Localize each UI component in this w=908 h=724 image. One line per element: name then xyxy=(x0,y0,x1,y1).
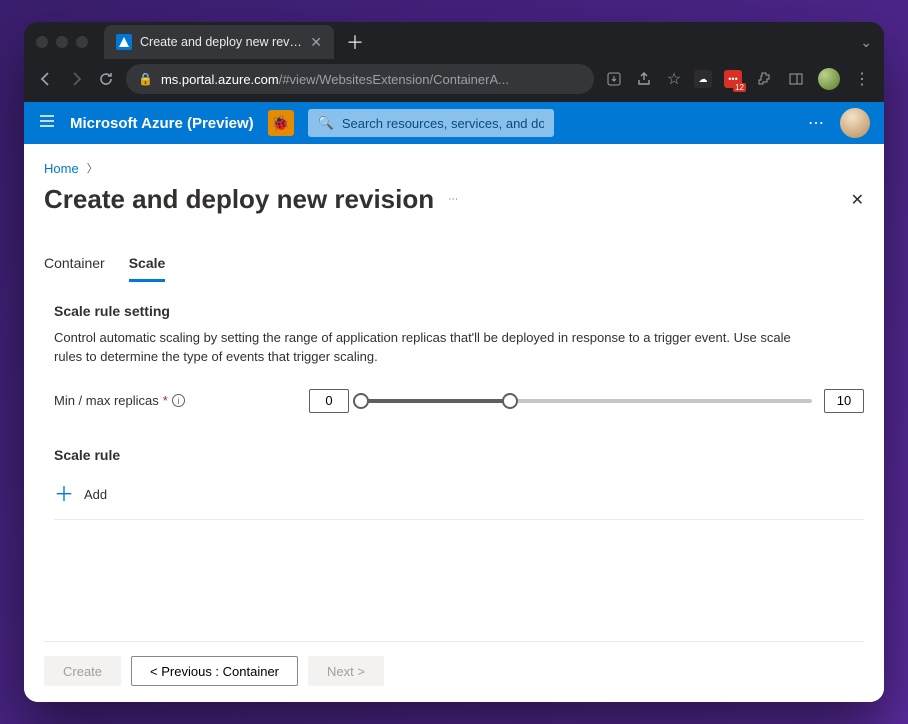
replicas-slider[interactable] xyxy=(361,399,812,403)
add-rule-button[interactable]: ＋ Add xyxy=(54,481,864,520)
browser-window: Create and deploy new revision ✕ ＋ ⌄ 🔒 m… xyxy=(24,22,884,702)
scale-rule-section: Scale rule ＋ Add xyxy=(44,447,864,520)
scale-section-title: Scale rule setting xyxy=(44,303,864,319)
extensions: ☁ ••• 12 ⋮ xyxy=(694,68,872,90)
browser-toolbar: 🔒 ms.portal.azure.com/#view/WebsitesExte… xyxy=(24,62,884,102)
plus-icon: ＋ xyxy=(54,485,74,505)
slider-thumb-min[interactable] xyxy=(353,393,369,409)
reload-icon[interactable] xyxy=(96,69,116,89)
chevron-right-icon: 〉 xyxy=(87,160,98,176)
breadcrumb: Home 〉 xyxy=(44,160,864,176)
footer: Create < Previous : Container Next > xyxy=(44,641,864,686)
new-tab-button[interactable]: ＋ xyxy=(346,29,364,55)
profile-avatar[interactable] xyxy=(818,68,840,90)
max-replicas-input[interactable] xyxy=(824,389,864,413)
search-icon: 🔍 xyxy=(318,115,334,131)
slider-thumb-max[interactable] xyxy=(502,393,518,409)
tabs-menu-icon[interactable]: ⌄ xyxy=(860,34,872,51)
azure-search[interactable]: 🔍 xyxy=(308,109,554,137)
back-icon[interactable] xyxy=(36,69,56,89)
page-body: Home 〉 Create and deploy new revision ⋯ … xyxy=(24,144,884,702)
url-host: ms.portal.azure.com xyxy=(161,72,279,87)
lock-icon: 🔒 xyxy=(138,72,153,86)
url-path: /#view/WebsitesExtension/ContainerA... xyxy=(279,72,509,87)
tab-scale[interactable]: Scale xyxy=(129,255,166,282)
header-more-icon[interactable]: ⋯ xyxy=(808,113,826,133)
window-maximize[interactable] xyxy=(76,36,88,48)
extension-badge: 12 xyxy=(733,83,746,92)
close-blade-icon[interactable]: ✕ xyxy=(851,190,864,210)
titlebar: Create and deploy new revision ✕ ＋ ⌄ xyxy=(24,22,884,62)
page-title-more-icon[interactable]: ⋯ xyxy=(448,194,460,205)
tab-close-icon[interactable]: ✕ xyxy=(310,35,322,49)
extension-cloud-icon[interactable]: ☁ xyxy=(694,70,712,88)
info-icon[interactable]: i xyxy=(172,394,185,407)
azure-favicon xyxy=(116,34,132,50)
azure-search-input[interactable] xyxy=(342,116,544,131)
page-head: Create and deploy new revision ⋯ ✕ xyxy=(44,184,864,215)
breadcrumb-home[interactable]: Home xyxy=(44,161,79,176)
preview-bug-icon[interactable]: 🐞 xyxy=(268,110,294,136)
tab-title: Create and deploy new revision xyxy=(140,35,302,49)
url-bar[interactable]: 🔒 ms.portal.azure.com/#view/WebsitesExte… xyxy=(126,64,594,94)
next-button[interactable]: Next > xyxy=(308,656,384,686)
tab-container[interactable]: Container xyxy=(44,255,105,282)
window-minimize[interactable] xyxy=(56,36,68,48)
browser-tab[interactable]: Create and deploy new revision ✕ xyxy=(104,25,334,59)
window-controls xyxy=(36,36,88,48)
add-rule-label: Add xyxy=(84,487,107,502)
min-replicas-input[interactable] xyxy=(309,389,349,413)
content-frame: Microsoft Azure (Preview) 🐞 🔍 ⋯ Home 〉 C… xyxy=(24,102,884,702)
window-close[interactable] xyxy=(36,36,48,48)
create-button[interactable]: Create xyxy=(44,656,121,686)
scale-rule-title: Scale rule xyxy=(54,447,864,463)
extension-lastpass-icon[interactable]: ••• 12 xyxy=(724,70,742,88)
install-icon[interactable] xyxy=(604,69,624,89)
replicas-label: Min / max replicas * i xyxy=(54,393,309,408)
tabs: Container Scale xyxy=(44,255,864,283)
required-star: * xyxy=(163,393,168,408)
user-avatar[interactable] xyxy=(840,108,870,138)
replicas-label-text: Min / max replicas xyxy=(54,393,159,408)
page-title: Create and deploy new revision xyxy=(44,184,434,215)
brand-title: Microsoft Azure (Preview) xyxy=(70,115,254,132)
browser-menu-icon[interactable]: ⋮ xyxy=(852,69,872,89)
scale-section-description: Control automatic scaling by setting the… xyxy=(44,329,804,367)
azure-header: Microsoft Azure (Preview) 🐞 🔍 ⋯ xyxy=(24,102,884,144)
extensions-icon[interactable] xyxy=(754,69,774,89)
forward-icon[interactable] xyxy=(66,69,86,89)
previous-button[interactable]: < Previous : Container xyxy=(131,656,298,686)
hamburger-icon[interactable] xyxy=(38,112,56,135)
sidepanel-icon[interactable] xyxy=(786,69,806,89)
share-icon[interactable] xyxy=(634,69,654,89)
replicas-field: Min / max replicas * i xyxy=(44,389,864,413)
star-icon[interactable]: ☆ xyxy=(664,69,684,89)
url-text: ms.portal.azure.com/#view/WebsitesExtens… xyxy=(161,72,582,87)
